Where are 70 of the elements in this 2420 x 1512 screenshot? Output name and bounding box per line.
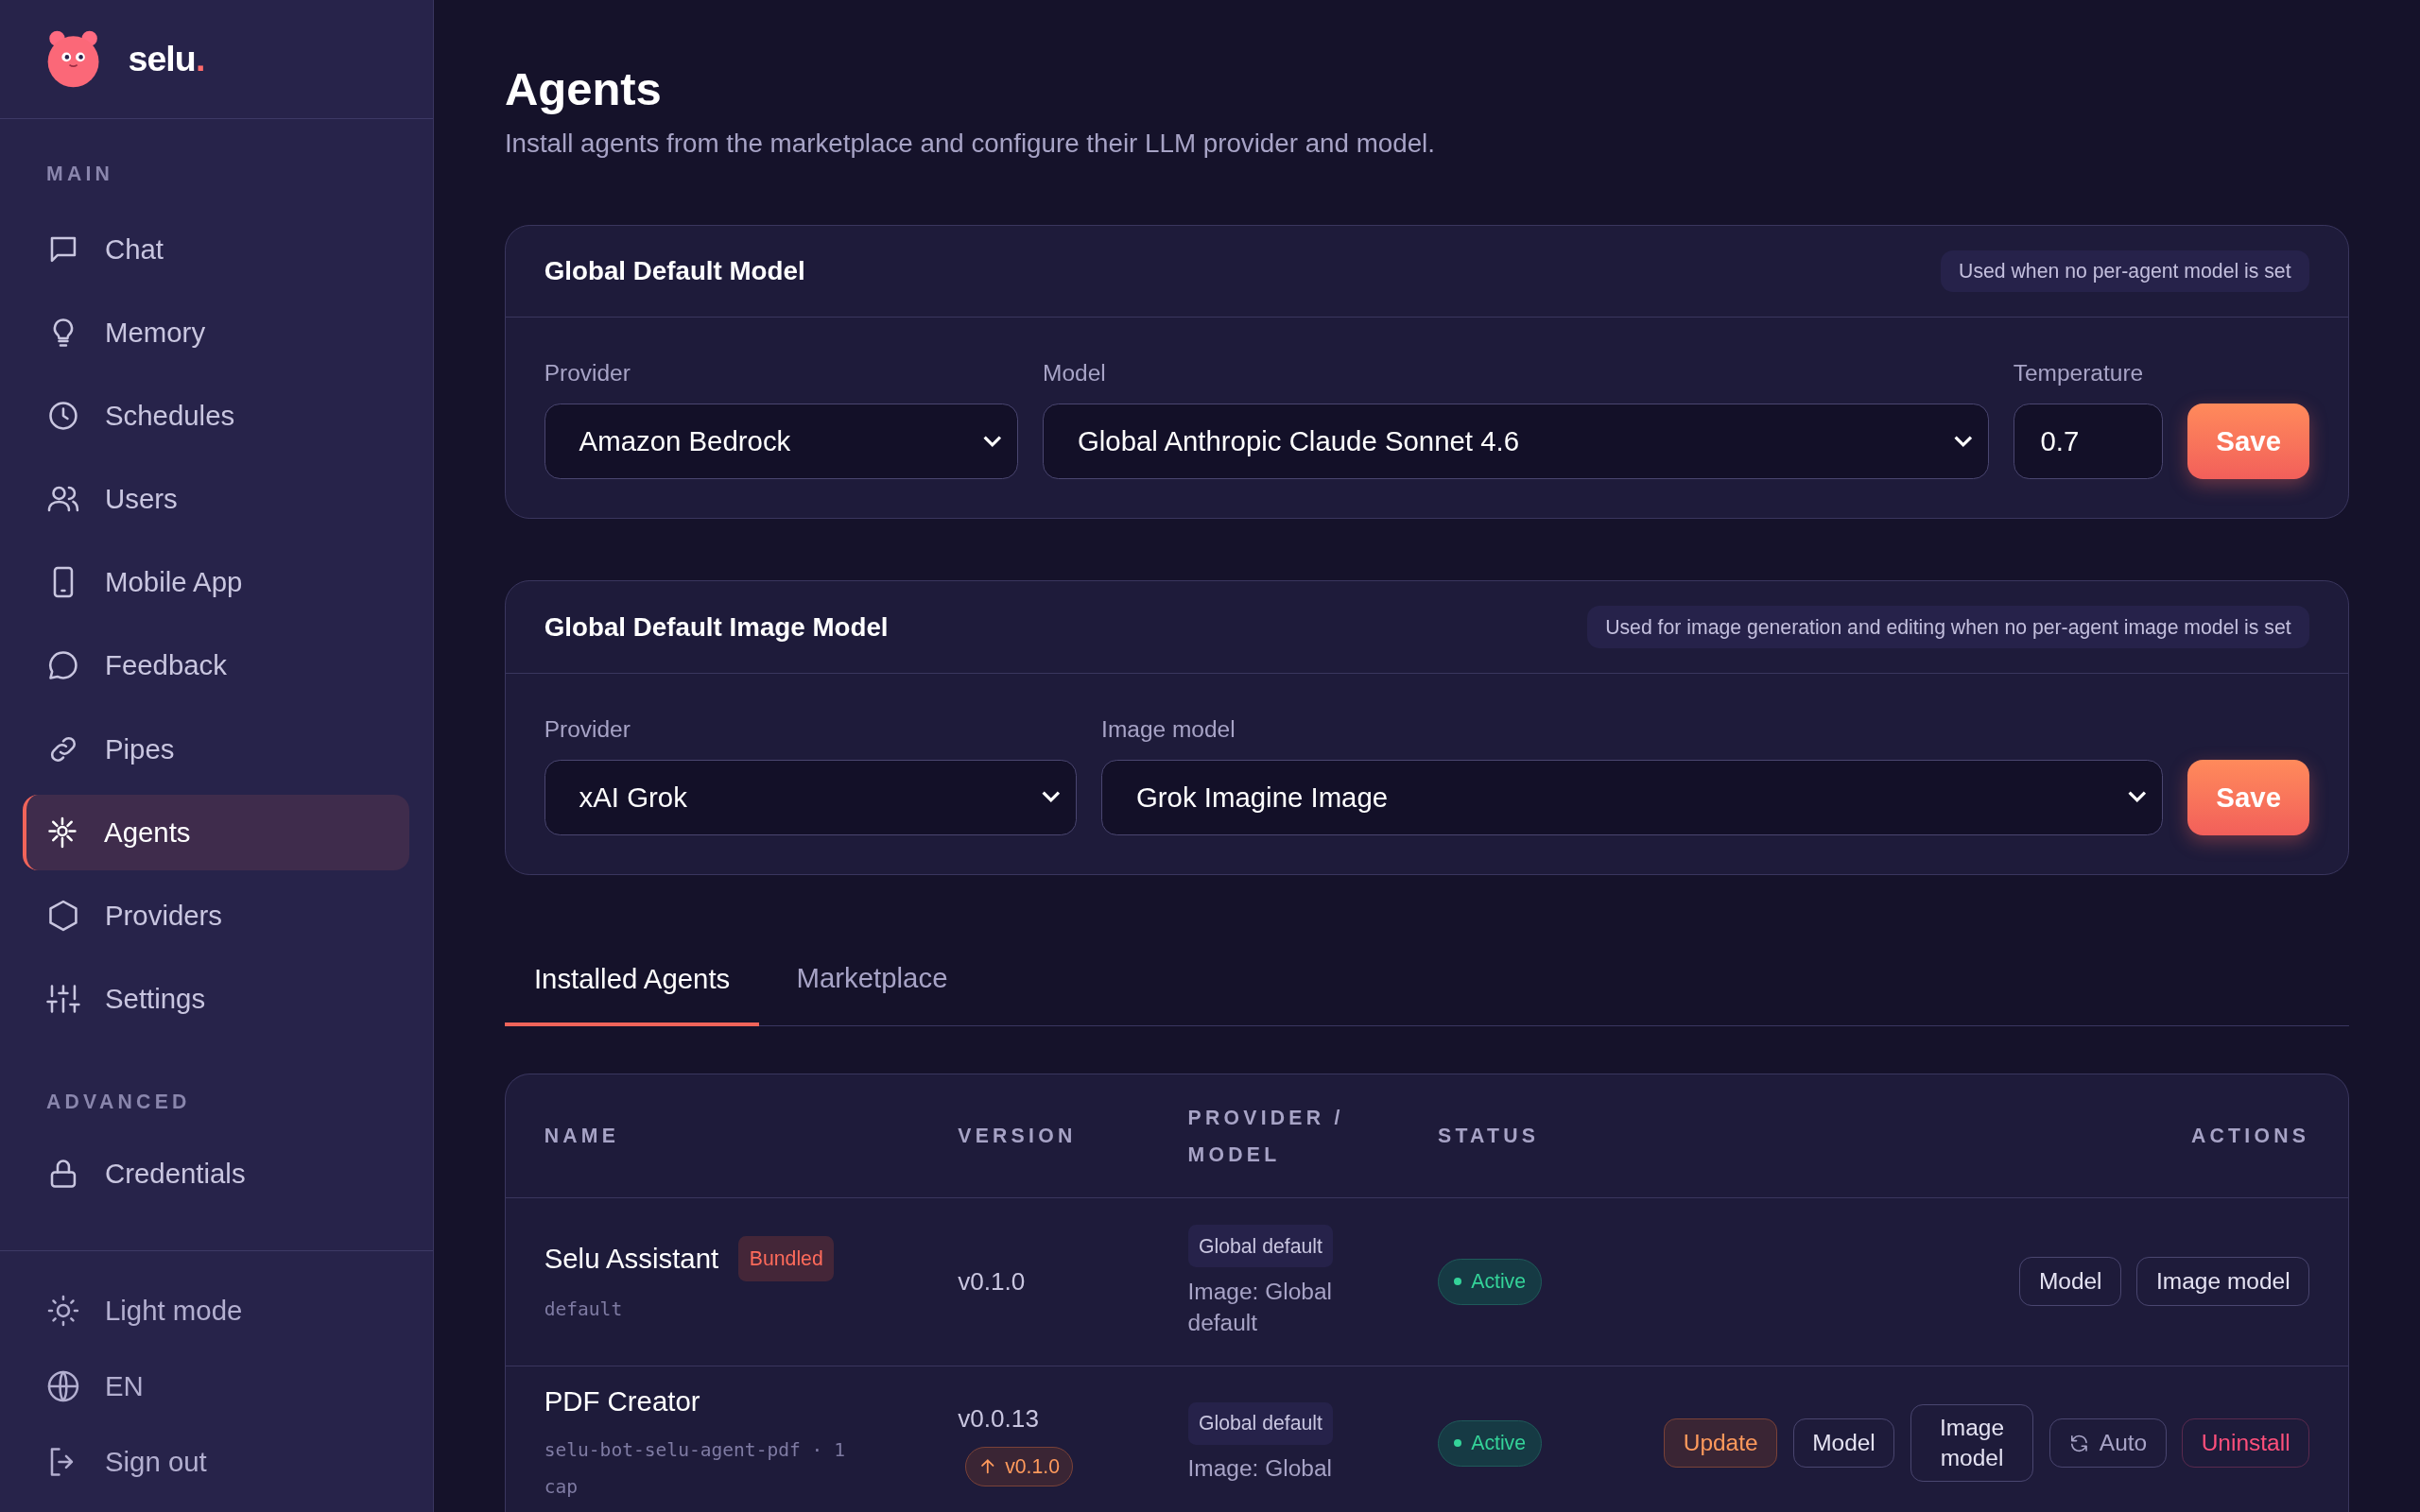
nav-item[interactable]: Settings <box>23 956 410 1041</box>
provider-tag: Global default <box>1187 1225 1334 1268</box>
action-button[interactable]: Model <box>1792 1418 1895 1469</box>
nav-item[interactable]: Memory <box>23 290 410 374</box>
nav-item[interactable]: Credentials <box>23 1132 410 1216</box>
action-button[interactable]: Auto <box>2048 1418 2167 1469</box>
nav-item[interactable]: Providers <box>23 873 410 957</box>
section-label: MAIN <box>44 162 115 187</box>
chevron-down-icon <box>1042 791 1061 804</box>
brand-name: selu. <box>128 38 205 81</box>
field-label: Provider <box>544 359 631 388</box>
field-label: Image model <box>1101 714 1236 744</box>
column-header: NAME <box>544 1124 621 1149</box>
nav-item[interactable]: Pipes <box>23 707 410 791</box>
sidebar-action[interactable]: EN <box>23 1349 410 1424</box>
select-field[interactable]: Amazon Bedrock <box>544 404 1018 480</box>
agent-name: PDF Creator <box>544 1384 700 1419</box>
page-subtitle: Install agents from the marketplace and configure their LLM provider and model. <box>504 127 1436 160</box>
page-title: Agents <box>504 62 663 117</box>
card-title: Global Default Model <box>544 255 805 288</box>
action-button[interactable]: Model <box>2019 1257 2122 1307</box>
sparkle-icon <box>45 815 79 850</box>
column-header: STATUS <box>1438 1124 1541 1149</box>
bear-logo-icon <box>45 29 101 89</box>
provider-tag: Global default <box>1187 1401 1334 1445</box>
nav-item[interactable]: Chat <box>23 207 410 291</box>
nav-item[interactable]: Feedback <box>23 624 410 708</box>
field-label: Model <box>1043 359 1107 388</box>
nav-item[interactable]: Schedules <box>23 373 410 457</box>
agent-slug: selu-bot-selu-agent-pdf · 1 cap <box>544 1438 846 1501</box>
globe-icon <box>45 1369 80 1403</box>
chevron-down-icon <box>1953 435 1973 448</box>
version-text: v0.1.0 <box>958 1265 1026 1297</box>
tab[interactable]: Installed Agents <box>504 928 760 1027</box>
sliders-icon <box>45 982 80 1016</box>
action-button[interactable]: Image model <box>1910 1404 2034 1483</box>
field-label: Provider <box>544 714 631 744</box>
field-label: Temperature <box>2013 359 2145 388</box>
select-field[interactable]: Grok Imagine Image <box>1101 759 2164 835</box>
column-header: PROVIDER / MODEL <box>1187 1105 1345 1167</box>
nav-item[interactable]: Mobile App <box>23 541 410 625</box>
status-badge: Active <box>1438 1258 1543 1305</box>
version-text: v0.0.13 <box>958 1402 1039 1435</box>
update-version-badge: v0.1.0 <box>965 1446 1074 1486</box>
update-button[interactable]: Update <box>1664 1418 1778 1469</box>
image-model-text: Image: Global default <box>1187 1277 1333 1337</box>
card-note: Used when no per-agent model is set <box>1940 249 2310 293</box>
chevron-down-icon <box>2128 791 2147 804</box>
agent-slug: default <box>544 1297 624 1322</box>
section-label: ADVANCED <box>44 1090 192 1115</box>
column-header: ACTIONS <box>2190 1124 2310 1149</box>
select-field[interactable]: xAI Grok <box>544 759 1077 835</box>
status-badge: Active <box>1438 1419 1543 1467</box>
column-header: VERSION <box>958 1124 1078 1149</box>
uninstall-button[interactable]: Uninstall <box>2182 1418 2310 1469</box>
chevron-down-icon <box>983 435 1002 448</box>
tab[interactable]: Marketplace <box>759 928 985 1025</box>
select-field[interactable]: Global Anthropic Claude Sonnet 4.6 <box>1043 404 1989 480</box>
nav-item[interactable]: Users <box>23 457 410 541</box>
sidebar-action[interactable]: Sign out <box>23 1424 410 1500</box>
image-model-text: Image: Global <box>1187 1454 1333 1484</box>
agent-name: Selu Assistant <box>544 1241 719 1276</box>
card-note: Used for image generation and editing when no per-agent image model is set <box>1586 606 2310 649</box>
card-title: Global Default Image Model <box>544 610 889 644</box>
action-button[interactable]: Image model <box>2136 1257 2310 1307</box>
bundled-tag: Bundled <box>738 1235 835 1281</box>
sun-icon <box>45 1294 80 1328</box>
nav-item[interactable]: Agents <box>23 794 410 870</box>
sidebar-action[interactable]: Light mode <box>23 1273 410 1349</box>
text-input[interactable]: 0.7 <box>2013 404 2164 480</box>
